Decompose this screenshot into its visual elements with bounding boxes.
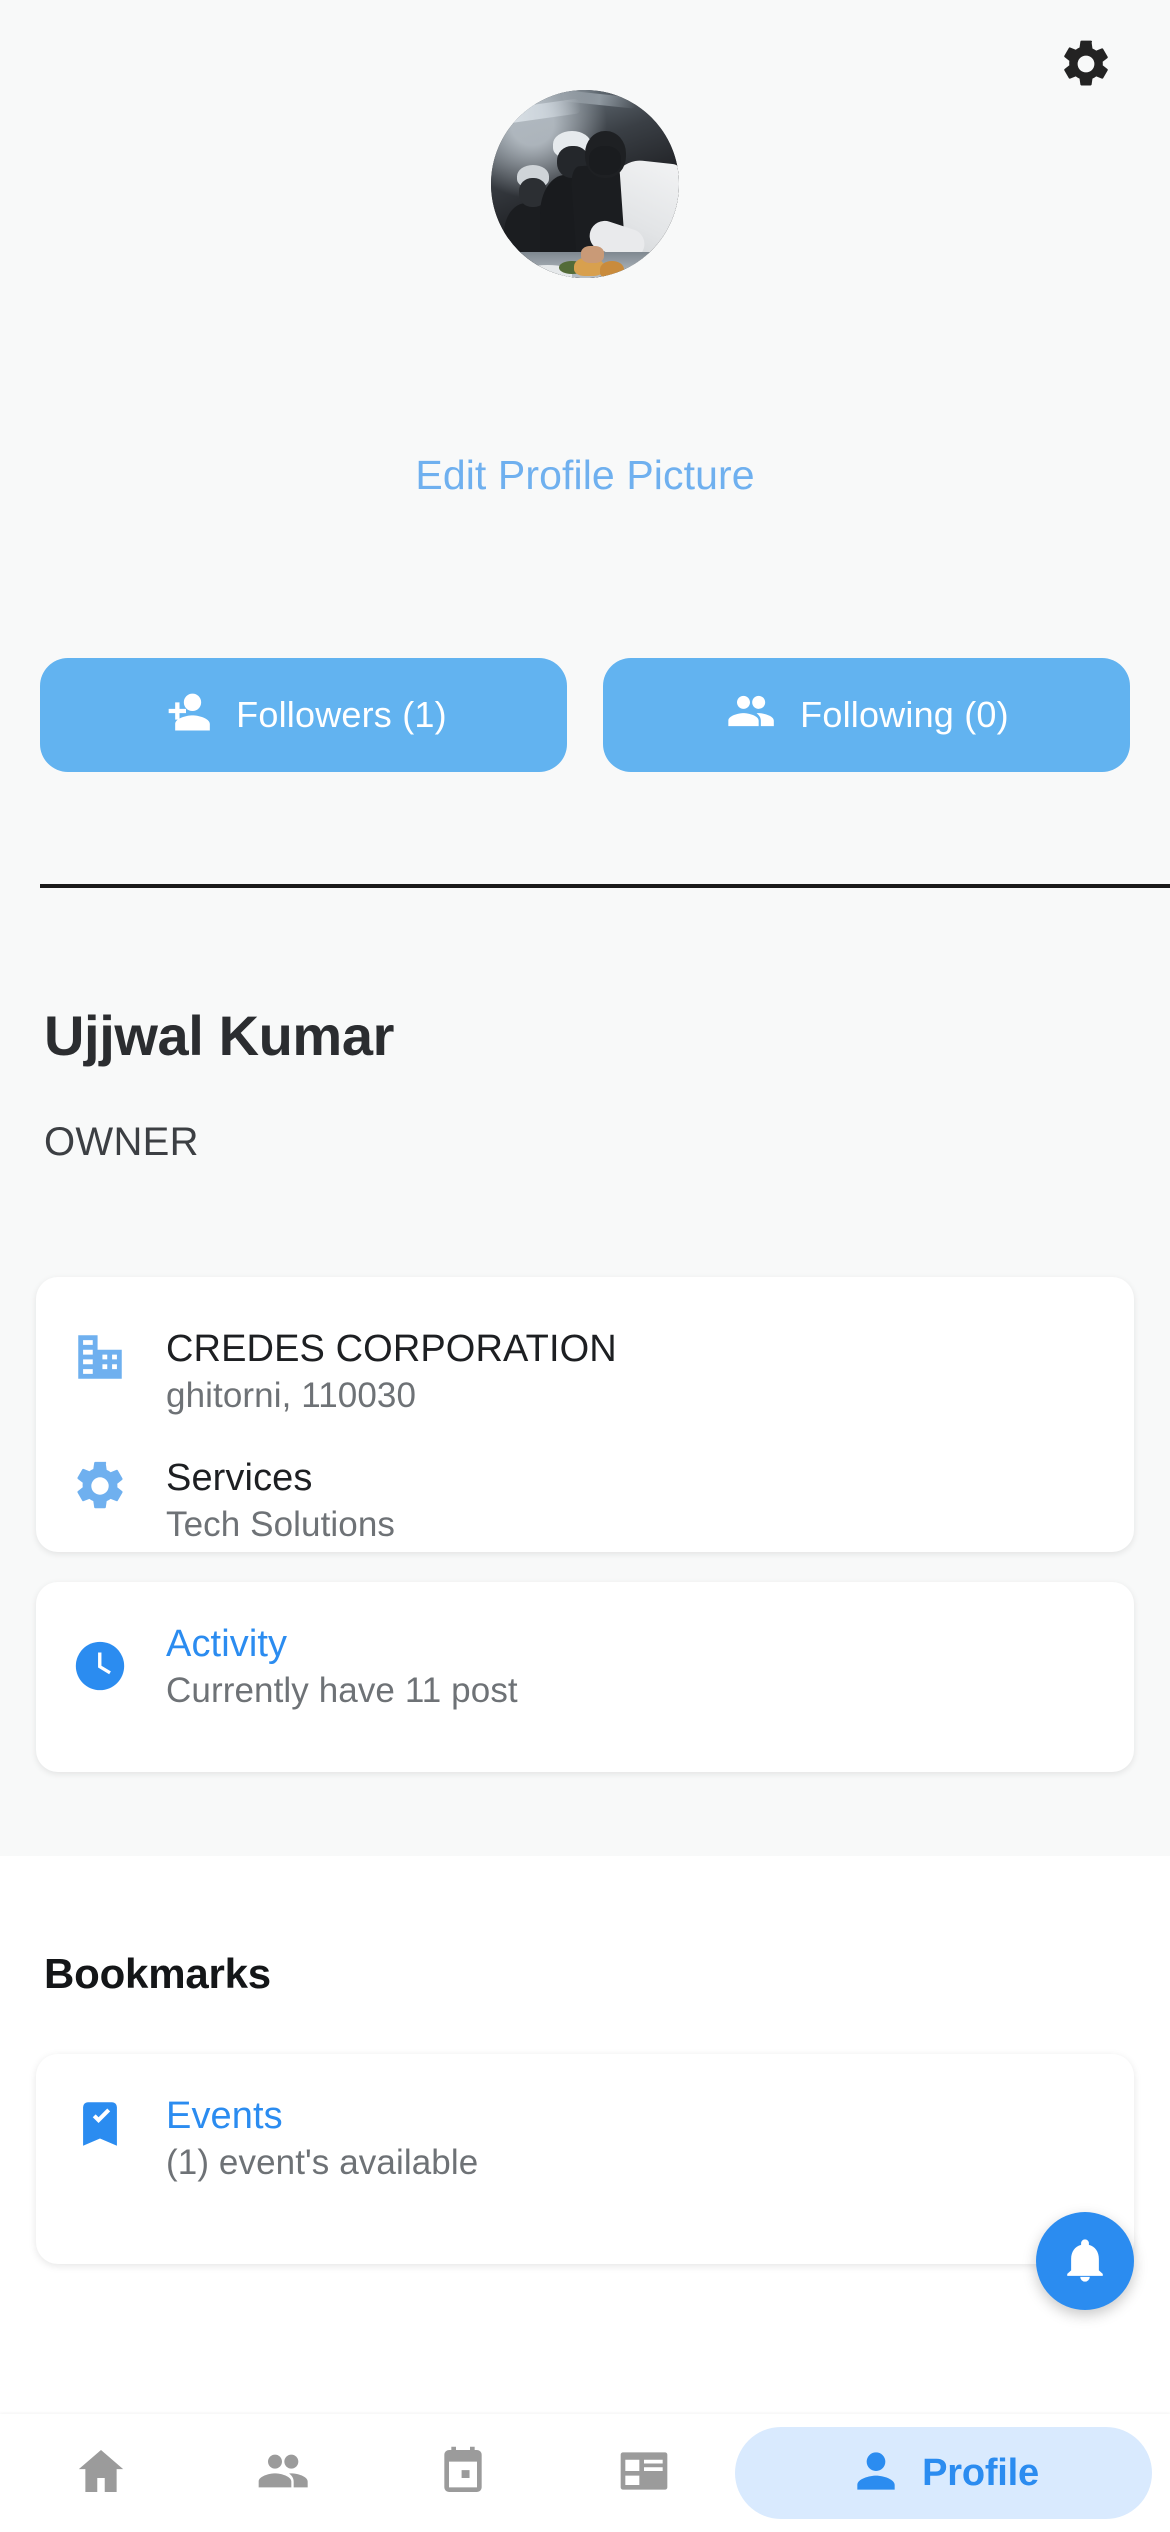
followers-button[interactable]: Followers (1) (40, 658, 567, 772)
avatar-hand (581, 246, 604, 263)
home-icon (73, 2443, 129, 2504)
page-title: Ujjwal Kumar (44, 1004, 394, 1067)
avatar-food-2 (600, 261, 625, 278)
services-title: Services (166, 1456, 313, 1499)
services-row[interactable]: Services Tech Solutions (36, 1416, 1134, 1545)
person-icon (848, 2443, 904, 2504)
bottom-navigation: Home Community Events Feed Profile (0, 2414, 1170, 2532)
activity-title: Activity (166, 1623, 288, 1665)
nav-item-feed[interactable]: Feed (554, 2427, 735, 2519)
profile-picture[interactable] (491, 90, 679, 278)
clock-icon (68, 1634, 132, 1698)
nav-item-profile[interactable]: Profile (735, 2427, 1152, 2519)
company-row[interactable]: CREDES CORPORATION ghitorni, 110030 (36, 1277, 1134, 1416)
following-button[interactable]: Following (0) (603, 658, 1130, 772)
events-row[interactable]: Events (1) event's available (36, 2054, 1134, 2183)
nav-item-home[interactable]: Home (10, 2427, 191, 2519)
follow-stats-row: Followers (1) Following (0) (40, 658, 1130, 772)
edit-profile-picture-link[interactable]: Edit Profile Picture (0, 452, 1170, 499)
company-address: ghitorni, 110030 (166, 1375, 417, 1415)
business-building-icon (68, 1325, 132, 1389)
activity-row[interactable]: Activity Currently have 11 post (36, 1582, 1134, 1711)
notifications-fab[interactable] (1036, 2212, 1134, 2310)
avatar[interactable] (491, 90, 679, 278)
events-subtitle: (1) event's available (166, 2142, 479, 2182)
person-add-icon (160, 685, 212, 746)
bell-icon (1059, 2234, 1111, 2289)
people-icon (254, 2443, 310, 2504)
followers-label: Followers (1) (236, 694, 447, 735)
business-info-card[interactable]: CREDES CORPORATION ghitorni, 110030 Serv… (36, 1277, 1134, 1552)
events-bookmark-card[interactable]: Events (1) event's available (36, 2054, 1134, 2264)
calendar-icon (435, 2443, 491, 2504)
bookmark-check-icon (68, 2092, 132, 2156)
activity-subtitle: Currently have 11 post (166, 1670, 518, 1710)
user-role: OWNER (44, 1120, 199, 1164)
news-icon (616, 2443, 672, 2504)
company-text: CREDES CORPORATION ghitorni, 110030 (166, 1325, 617, 1416)
nav-item-events[interactable]: Events (373, 2427, 554, 2519)
services-subtitle: Tech Solutions (166, 1504, 396, 1544)
settings-button[interactable] (1058, 36, 1114, 92)
avatar-chef-main-mask (588, 146, 621, 175)
events-text: Events (1) event's available (166, 2092, 478, 2183)
section-divider (40, 884, 1170, 888)
activity-card[interactable]: Activity Currently have 11 post (36, 1582, 1134, 1772)
activity-text: Activity Currently have 11 post (166, 1622, 518, 1711)
bookmarks-heading: Bookmarks (44, 1950, 271, 1997)
profile-screen: Edit Profile Picture Followers (1) Follo… (0, 0, 1170, 2532)
gear-icon (68, 1454, 132, 1518)
nav-item-community[interactable]: Community (191, 2427, 372, 2519)
nav-label-profile: Profile (922, 2451, 1039, 2494)
gear-icon (1058, 36, 1114, 92)
following-label: Following (0) (800, 694, 1009, 735)
events-title: Events (166, 2095, 283, 2137)
services-text: Services Tech Solutions (166, 1454, 395, 1545)
people-icon (724, 685, 776, 746)
company-name: CREDES CORPORATION (166, 1328, 617, 1370)
